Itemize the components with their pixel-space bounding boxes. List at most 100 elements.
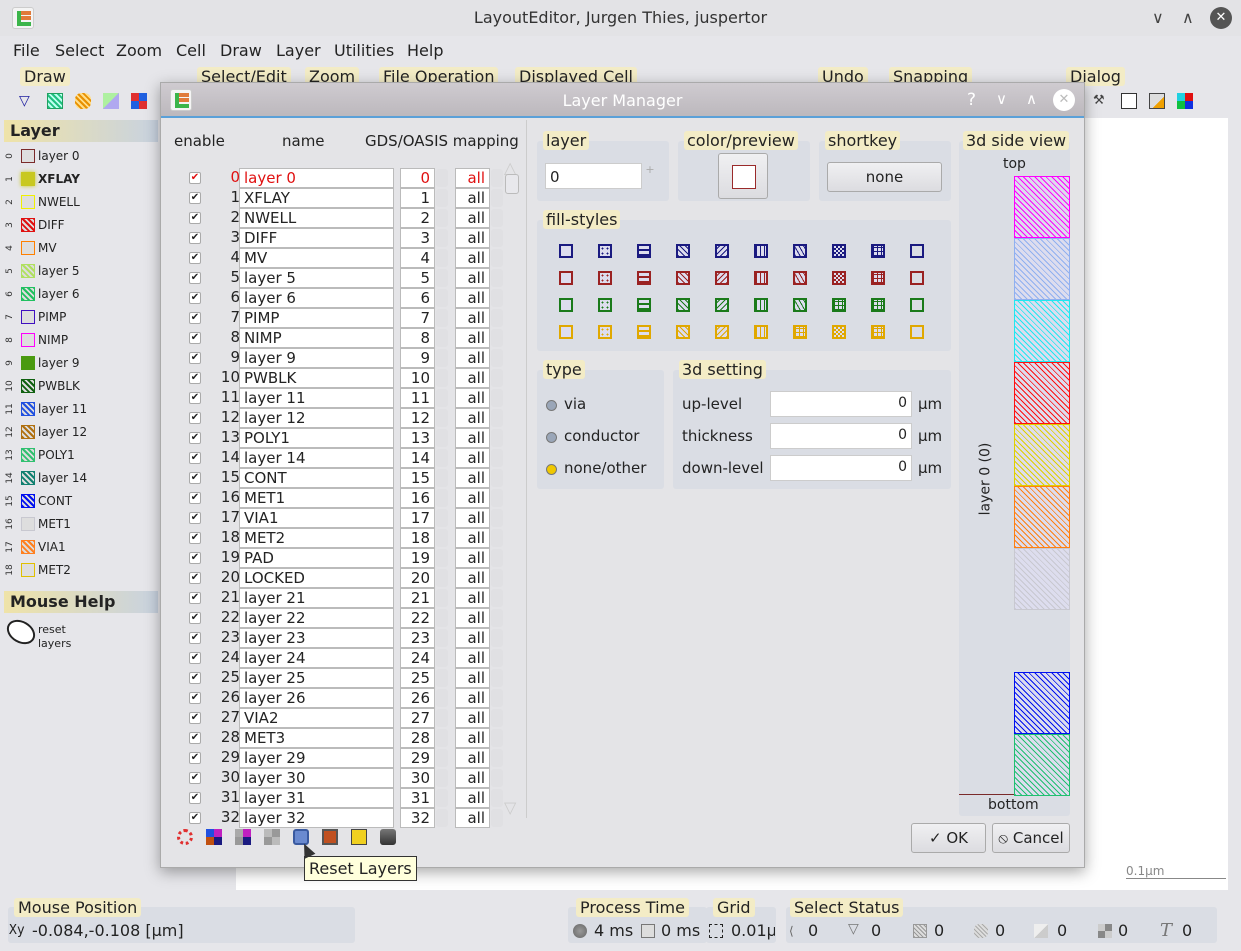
minimize-icon[interactable]: ∨ <box>1152 8 1164 27</box>
enable-checkbox[interactable]: ✔ <box>189 792 201 804</box>
table-row[interactable]: ✔ 29 layer 29 29 all <box>167 748 527 768</box>
mapping-input[interactable]: all <box>455 728 490 748</box>
table-row[interactable]: ✔ 5 layer 5 5 all <box>167 268 527 288</box>
mapping-input[interactable]: all <box>455 608 490 628</box>
mapping-input[interactable]: all <box>455 288 490 308</box>
table-row[interactable]: ✔ 32 layer 32 32 all <box>167 808 527 828</box>
gds-layer-input[interactable]: 30 <box>400 768 435 788</box>
mapping-input[interactable]: all <box>455 188 490 208</box>
enable-checkbox[interactable]: ✔ <box>189 472 201 484</box>
draw-cell-ref-icon[interactable] <box>103 93 119 109</box>
enable-checkbox[interactable]: ✔ <box>189 292 201 304</box>
table-row[interactable]: ✔ 3 DIFF 3 all <box>167 228 527 248</box>
mapping-spin-icon[interactable] <box>491 669 503 687</box>
enable-checkbox[interactable]: ✔ <box>189 732 201 744</box>
layer-name-input[interactable]: PIMP <box>239 308 394 328</box>
mapping-spin-icon[interactable] <box>491 209 503 227</box>
gds-layer-input[interactable]: 26 <box>400 688 435 708</box>
dialog-tool-icon[interactable]: ⚒ <box>1093 93 1109 109</box>
mapping-spin-icon[interactable] <box>491 749 503 767</box>
gds-spin-icon[interactable] <box>436 289 448 307</box>
gds-spin-icon[interactable] <box>436 529 448 547</box>
mapping-input[interactable]: all <box>455 528 490 548</box>
gds-spin-icon[interactable] <box>436 689 448 707</box>
gds-spin-icon[interactable] <box>436 469 448 487</box>
mapping-spin-icon[interactable] <box>491 649 503 667</box>
menu-cell[interactable]: Cell <box>176 41 206 60</box>
menu-select[interactable]: Select <box>55 41 104 60</box>
fill-style-swatch[interactable] <box>871 325 885 339</box>
mapping-input[interactable]: all <box>455 648 490 668</box>
mapping-input[interactable]: all <box>455 408 490 428</box>
menu-draw[interactable]: Draw <box>220 41 262 60</box>
fill-style-swatch[interactable] <box>754 298 768 312</box>
mapping-input[interactable]: all <box>455 428 490 448</box>
enable-checkbox[interactable]: ✔ <box>189 812 201 824</box>
mapping-spin-icon[interactable] <box>491 609 503 627</box>
menu-zoom[interactable]: Zoom <box>116 41 162 60</box>
cancel-button[interactable]: ⦸ Cancel <box>992 823 1070 853</box>
dock-layer-item[interactable]: 18 MET2 <box>0 560 158 582</box>
gds-layer-input[interactable]: 16 <box>400 488 435 508</box>
dock-layer-item[interactable]: 1 XFLAY <box>0 169 158 191</box>
enable-checkbox[interactable]: ✔ <box>189 412 201 424</box>
scroll-thumb[interactable] <box>505 174 519 194</box>
table-row[interactable]: ✔ 30 layer 30 30 all <box>167 768 527 788</box>
fill-style-swatch[interactable] <box>637 244 651 258</box>
layer-name-input[interactable]: layer 23 <box>239 628 394 648</box>
gds-spin-icon[interactable] <box>436 729 448 747</box>
mapping-spin-icon[interactable] <box>491 309 503 327</box>
gds-layer-input[interactable]: 8 <box>400 328 435 348</box>
dock-layer-item[interactable]: 9 layer 9 <box>0 353 158 375</box>
dock-layer-item[interactable]: 8 NIMP <box>0 330 158 352</box>
menu-help[interactable]: Help <box>407 41 443 60</box>
dock-layer-item[interactable]: 16 MET1 <box>0 514 158 536</box>
help-ring-icon[interactable] <box>177 829 193 845</box>
gds-layer-input[interactable]: 17 <box>400 508 435 528</box>
gds-spin-icon[interactable] <box>436 509 448 527</box>
gds-spin-icon[interactable] <box>436 249 448 267</box>
gds-spin-icon[interactable] <box>436 189 448 207</box>
table-row[interactable]: ✔ 8 NIMP 8 all <box>167 328 527 348</box>
mapping-input[interactable]: all <box>455 228 490 248</box>
gds-spin-icon[interactable] <box>436 169 448 187</box>
dialog-keyboard-icon[interactable] <box>1121 93 1137 109</box>
layer-name-input[interactable]: layer 31 <box>239 788 394 808</box>
gds-layer-input[interactable]: 32 <box>400 808 435 828</box>
enable-checkbox[interactable]: ✔ <box>189 452 201 464</box>
mapping-spin-icon[interactable] <box>491 449 503 467</box>
gds-spin-icon[interactable] <box>436 649 448 667</box>
mapping-spin-icon[interactable] <box>491 409 503 427</box>
mapping-spin-icon[interactable] <box>491 289 503 307</box>
layer-name-input[interactable]: layer 6 <box>239 288 394 308</box>
gds-spin-icon[interactable] <box>436 309 448 327</box>
fill-style-swatch[interactable] <box>598 298 612 312</box>
dock-layer-item[interactable]: 12 layer 12 <box>0 422 158 444</box>
table-row[interactable]: ✔ 23 layer 23 23 all <box>167 628 527 648</box>
mapping-spin-icon[interactable] <box>491 729 503 747</box>
table-row[interactable]: ✔ 27 VIA2 27 all <box>167 708 527 728</box>
fill-style-swatch[interactable] <box>754 325 768 339</box>
layer-name-input[interactable]: layer 24 <box>239 648 394 668</box>
mapping-spin-icon[interactable] <box>491 509 503 527</box>
dock-layer-item[interactable]: 14 layer 14 <box>0 468 158 490</box>
table-row[interactable]: ✔ 16 MET1 16 all <box>167 488 527 508</box>
draw-array-icon[interactable] <box>131 93 147 109</box>
gds-layer-input[interactable]: 25 <box>400 668 435 688</box>
gds-spin-icon[interactable] <box>436 429 448 447</box>
mapping-input[interactable]: all <box>455 488 490 508</box>
layer-name-input[interactable]: PAD <box>239 548 394 568</box>
fill-style-swatch[interactable] <box>871 271 885 285</box>
gds-spin-icon[interactable] <box>436 449 448 467</box>
gds-layer-input[interactable]: 11 <box>400 388 435 408</box>
enable-checkbox[interactable]: ✔ <box>189 492 201 504</box>
mapping-input[interactable]: all <box>455 628 490 648</box>
mapping-spin-icon[interactable] <box>491 489 503 507</box>
gds-layer-input[interactable]: 4 <box>400 248 435 268</box>
gds-spin-icon[interactable] <box>436 669 448 687</box>
mapping-spin-icon[interactable] <box>491 629 503 647</box>
dialog-close-icon[interactable]: ✕ <box>1053 89 1075 111</box>
layer-name-input[interactable]: LOCKED <box>239 568 394 588</box>
fill-style-swatch[interactable] <box>793 298 807 312</box>
mapping-input[interactable]: all <box>455 688 490 708</box>
